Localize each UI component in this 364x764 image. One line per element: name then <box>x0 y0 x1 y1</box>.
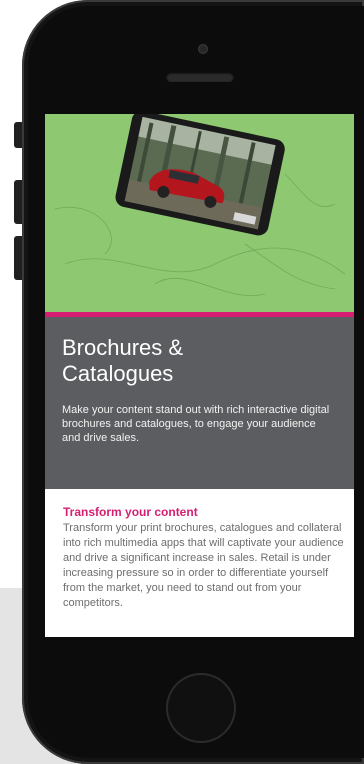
earpiece-speaker <box>166 72 234 82</box>
home-button[interactable] <box>168 675 234 741</box>
intro-panel: Brochures & Catalogues Make your content… <box>45 317 354 489</box>
tablet-device-icon <box>115 114 285 236</box>
page-description: Make your content stand out with rich in… <box>62 404 330 444</box>
hero-illustration <box>54 114 346 296</box>
page-title-line1: Brochures & <box>62 335 184 360</box>
volume-up-button <box>14 180 22 224</box>
section-heading: Transform your content <box>63 505 198 519</box>
volume-down-button <box>14 236 22 280</box>
page-title: Brochures & Catalogues <box>62 335 322 387</box>
mute-switch <box>14 122 22 148</box>
page-title-line2: Catalogues <box>62 361 174 386</box>
hero-banner <box>45 114 354 312</box>
front-camera <box>198 44 208 54</box>
app-screen[interactable]: Brochures & Catalogues Make your content… <box>45 114 354 637</box>
section-body: Transform your print brochures, catalogu… <box>63 522 344 609</box>
content-section: Transform your content Transform your pr… <box>45 489 354 637</box>
